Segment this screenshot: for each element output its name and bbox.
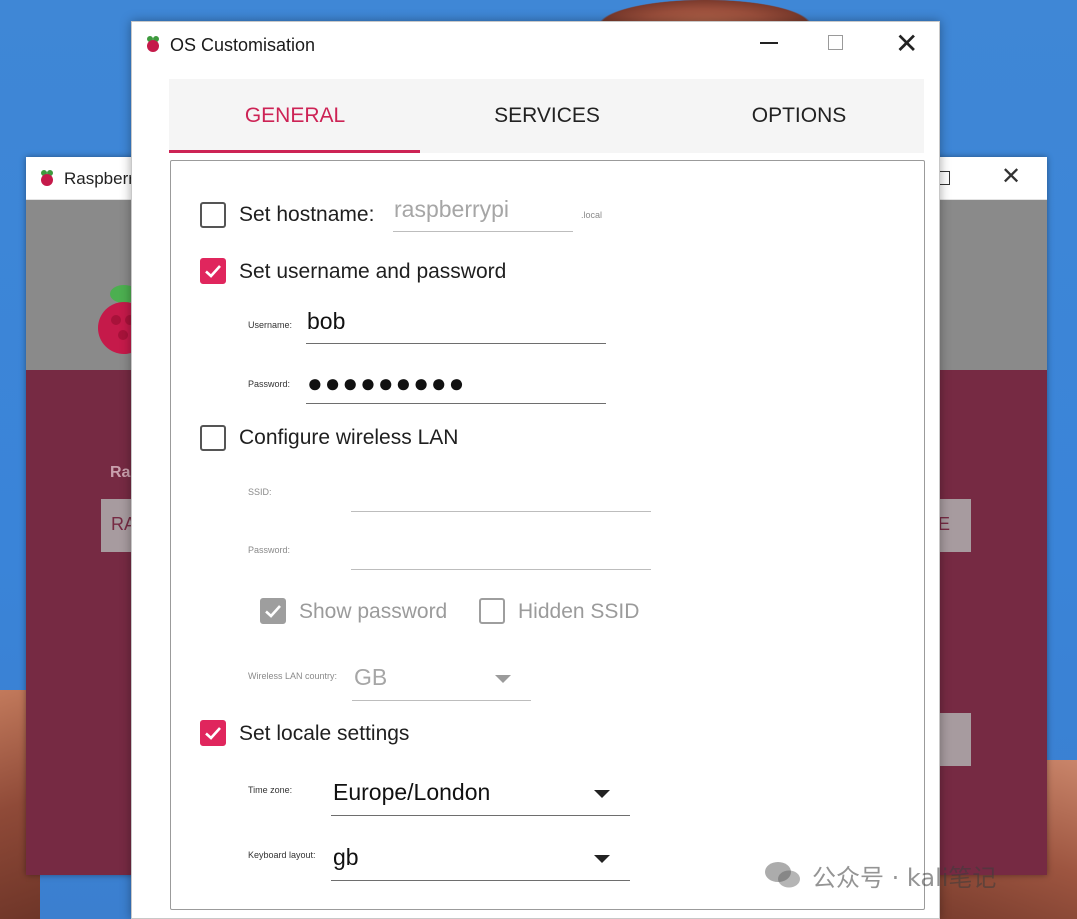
wechat-icon bbox=[765, 862, 800, 888]
wlan-label: Configure wireless LAN bbox=[239, 426, 459, 449]
hostname-checkbox[interactable] bbox=[200, 202, 226, 228]
password-input[interactable]: ●●●●●●●●● bbox=[306, 364, 606, 404]
watermark-text: 公众号 · kali笔记 bbox=[812, 864, 997, 892]
raspberry-pi-icon bbox=[41, 170, 53, 186]
wlan-country-value: GB bbox=[354, 664, 388, 690]
hostname-label: Set hostname: bbox=[239, 203, 375, 226]
hostname-suffix: .local bbox=[581, 210, 603, 220]
username-label: Username: bbox=[248, 320, 293, 330]
timezone-value: Europe/London bbox=[333, 779, 491, 805]
tab-services[interactable]: SERVICES bbox=[421, 79, 673, 153]
wlan-password-label: Password: bbox=[248, 545, 291, 555]
minimize-button[interactable] bbox=[760, 42, 778, 44]
hostname-placeholder: raspberrypi bbox=[394, 196, 510, 222]
close-button[interactable]: ✕ bbox=[895, 30, 918, 58]
dialog-title: OS Customisation bbox=[170, 35, 316, 55]
locale-checkbox[interactable] bbox=[200, 720, 226, 746]
background-right-button[interactable]: E bbox=[938, 499, 971, 552]
dialog-titlebar: OS Customisation ✕ bbox=[132, 22, 939, 68]
username-input[interactable]: bob bbox=[306, 304, 606, 344]
show-password-checkbox[interactable] bbox=[260, 598, 286, 624]
os-customisation-dialog: OS Customisation ✕ GENERAL SERVICES OPTI… bbox=[131, 21, 940, 919]
background-close-button[interactable]: ✕ bbox=[1001, 165, 1021, 189]
hostname-input[interactable]: raspberrypi bbox=[393, 192, 573, 232]
maximize-button[interactable] bbox=[828, 35, 843, 50]
chevron-down-icon bbox=[594, 855, 610, 863]
show-password-label: Show password bbox=[299, 600, 448, 623]
tab-bar: GENERAL SERVICES OPTIONS bbox=[169, 79, 924, 153]
general-settings-panel: Set hostname: raspberrypi .local Set use… bbox=[170, 160, 925, 910]
hidden-ssid-checkbox[interactable] bbox=[479, 598, 505, 624]
background-next-button[interactable] bbox=[938, 713, 971, 766]
background-window-title: Raspberr bbox=[64, 169, 134, 188]
raspberry-pi-icon bbox=[147, 36, 159, 52]
ssid-label: SSID: bbox=[248, 487, 272, 497]
locale-label: Set locale settings bbox=[239, 722, 410, 745]
chevron-down-icon bbox=[495, 675, 511, 683]
checkmark-icon bbox=[265, 605, 281, 618]
wlan-country-select[interactable]: GB bbox=[352, 655, 531, 701]
keyboard-label: Keyboard layout: bbox=[248, 850, 316, 860]
ssid-input[interactable] bbox=[351, 472, 651, 512]
tab-options[interactable]: OPTIONS bbox=[673, 79, 925, 153]
keyboard-value: gb bbox=[333, 844, 359, 870]
user-password-checkbox[interactable] bbox=[200, 258, 226, 284]
wlan-password-input[interactable] bbox=[351, 530, 651, 570]
wlan-country-label: Wireless LAN country: bbox=[248, 671, 338, 681]
timezone-label: Time zone: bbox=[248, 785, 293, 795]
wlan-checkbox[interactable] bbox=[200, 425, 226, 451]
timezone-select[interactable]: Europe/London bbox=[331, 770, 630, 816]
password-label: Password: bbox=[248, 379, 291, 389]
user-password-label: Set username and password bbox=[239, 260, 507, 283]
background-section-label: Ra bbox=[110, 464, 131, 481]
tab-general[interactable]: GENERAL bbox=[169, 79, 421, 153]
active-tab-indicator bbox=[169, 150, 420, 153]
chevron-down-icon bbox=[594, 790, 610, 798]
hidden-ssid-label: Hidden SSID bbox=[518, 600, 640, 623]
checkmark-icon bbox=[205, 727, 221, 740]
keyboard-select[interactable]: gb bbox=[331, 835, 630, 881]
checkmark-icon bbox=[205, 265, 221, 278]
